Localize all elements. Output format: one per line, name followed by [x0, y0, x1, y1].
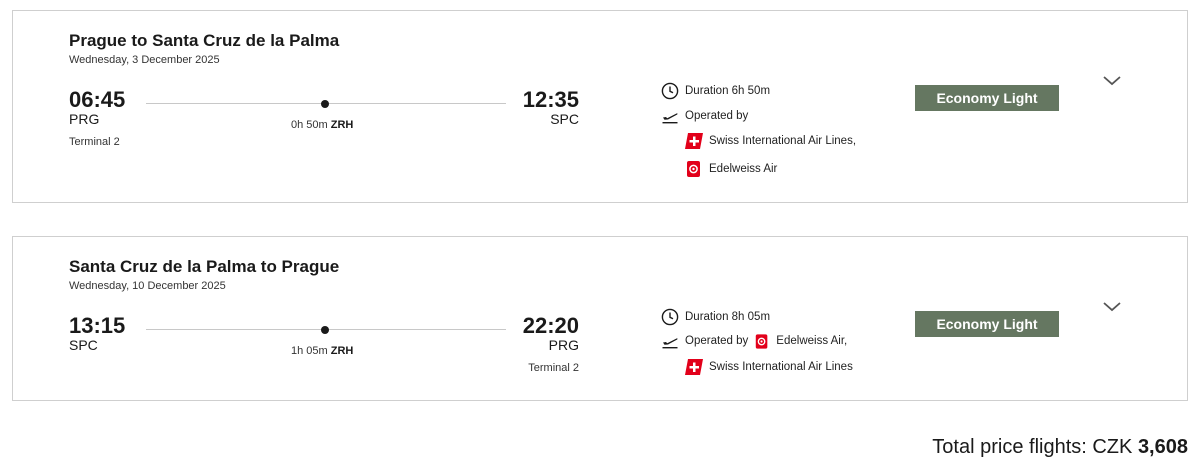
operated-by-row: Operated by — [661, 107, 748, 125]
flight-date: Wednesday, 3 December 2025 — [69, 54, 220, 66]
flight-duration: Duration 8h 05m — [685, 311, 771, 323]
edelweiss-logo — [756, 333, 768, 349]
chevron-down-icon[interactable] — [1101, 299, 1123, 315]
stopover-dot — [321, 326, 329, 334]
departure-time: 06:45 — [69, 87, 126, 112]
departure-airport-code: PRG — [69, 111, 100, 127]
layover-info: 0h 50m ZRH — [291, 119, 353, 131]
duration-row: Duration 6h 50m — [661, 82, 770, 100]
flight-route-title: Prague to Santa Cruz de la Palma — [69, 31, 340, 50]
airline-edelweiss: Edelweiss Air — [685, 161, 777, 177]
total-price: Total price flights: CZK 3,608 — [932, 436, 1188, 459]
clock-icon — [661, 82, 679, 100]
layover-duration: 0h 50m — [291, 119, 328, 131]
flight-card-outbound: Prague to Santa Cruz de la Palma Wednesd… — [12, 10, 1188, 203]
operated-by-label: Operated by — [685, 110, 749, 122]
operated-by-row: Operated by Edelweiss Air, — [661, 332, 847, 350]
airline-name: Swiss International Air Lines, — [709, 135, 857, 147]
flight-duration: Duration 6h 50m — [685, 85, 771, 97]
plane-takeoff-icon — [662, 113, 678, 124]
departure-airport-code: SPC — [69, 337, 98, 353]
airline-swiss: Swiss International Air Lines, — [685, 133, 856, 149]
departure-terminal: Terminal 2 — [69, 136, 120, 148]
total-price-amount: 3,608 — [1137, 436, 1188, 458]
arrival-time: 22:20 — [522, 313, 579, 338]
flight-route-title: Santa Cruz de la Palma to Prague — [69, 257, 340, 276]
chevron-down-icon[interactable] — [1101, 73, 1123, 89]
swiss-logo — [685, 359, 703, 375]
airline-name: Edelweiss Air, — [776, 335, 848, 347]
arrival-terminal: Terminal 2 — [528, 362, 579, 374]
duration-row: Duration 8h 05m — [661, 308, 770, 326]
layover-airport: ZRH — [330, 119, 354, 131]
arrival-airport-code: SPC — [550, 111, 579, 127]
edelweiss-logo — [687, 161, 700, 177]
operated-by-label: Operated by — [685, 335, 749, 347]
arrival-time: 12:35 — [522, 87, 579, 112]
arrival-airport-code: PRG — [548, 337, 579, 353]
airline-name: Edelweiss Air — [709, 163, 778, 175]
total-price-label: Total price flights: CZK — [932, 436, 1133, 458]
airline-name: Swiss International Air Lines — [709, 361, 853, 373]
fare-class-badge[interactable]: Economy Light — [915, 311, 1059, 337]
plane-takeoff-icon — [662, 338, 678, 349]
departure-time: 13:15 — [69, 313, 126, 338]
clock-icon — [661, 308, 679, 326]
fare-class-badge[interactable]: Economy Light — [915, 85, 1059, 111]
layover-airport: ZRH — [330, 345, 354, 357]
swiss-logo — [685, 133, 703, 149]
layover-info: 1h 05m ZRH — [291, 345, 353, 357]
airline-swiss: Swiss International Air Lines — [685, 359, 853, 375]
flight-card-return: Santa Cruz de la Palma to Prague Wednesd… — [12, 236, 1188, 401]
layover-duration: 1h 05m — [291, 345, 328, 357]
stopover-dot — [321, 100, 329, 108]
flight-date: Wednesday, 10 December 2025 — [69, 280, 226, 292]
